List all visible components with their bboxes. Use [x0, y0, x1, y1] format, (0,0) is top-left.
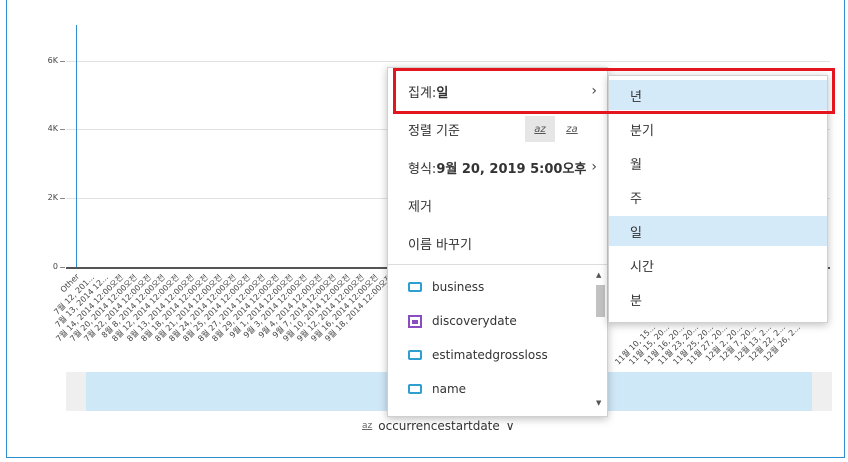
field-list-item[interactable]: business [388, 270, 596, 304]
field-list-item[interactable]: estimatedgrossloss [388, 338, 596, 372]
chevron-right-icon: › [591, 159, 597, 175]
sort-az-icon: az [362, 421, 373, 431]
gridline [66, 61, 830, 62]
text-field-icon [408, 350, 422, 360]
y-axis-line [76, 25, 77, 268]
scroll-up-arrow-icon[interactable]: ▲ [596, 271, 601, 279]
text-field-icon [408, 282, 422, 292]
y-tick-label: 0 [52, 262, 58, 271]
submenu-item-minute[interactable]: 분 [609, 284, 827, 314]
submenu-item-month[interactable]: 월 [609, 148, 827, 178]
field-name: name [432, 382, 467, 396]
menu-item-format[interactable]: 형식: 9월 20, 2019 5:00오후 › [388, 149, 607, 185]
y-tick-mark [60, 129, 65, 130]
field-name: estimatedgrossloss [432, 348, 548, 362]
format-value: 9월 20, 2019 5:00오후 [436, 161, 587, 177]
sort-ascending-button[interactable]: az [525, 116, 555, 142]
submenu-item-quarter[interactable]: 분기 [609, 114, 827, 144]
format-label: 형식: [408, 161, 437, 177]
rename-label: 이름 바꾸기 [408, 237, 472, 253]
y-tick-label: 2K [47, 193, 58, 202]
calendar-icon [408, 314, 422, 328]
field-list-scroll-thumb[interactable] [596, 285, 605, 317]
x-axis-field-button[interactable]: az occurrencestartdate ∨ [362, 419, 515, 433]
field-name: discoverydate [432, 314, 517, 328]
annotation-highlight-box [393, 68, 835, 114]
menu-item-remove[interactable]: 제거 [388, 187, 607, 223]
menu-divider [388, 264, 607, 265]
field-list-item[interactable]: discoverydate [388, 304, 596, 338]
text-field-icon [408, 384, 422, 394]
y-tick-mark [60, 198, 65, 199]
sort-by-label: 정렬 기준 [408, 123, 460, 139]
submenu-item-day[interactable]: 일 [609, 216, 827, 246]
submenu-item-week[interactable]: 주 [609, 182, 827, 212]
y-tick-mark [60, 267, 65, 268]
field-list-item[interactable]: name [388, 372, 596, 406]
field-list-scrollbar[interactable]: ▲ ▼ [594, 271, 605, 411]
field-name: business [432, 280, 485, 294]
field-context-menu: 집계: 일 › 정렬 기준 az za 형식: 9월 20, 2019 5:00… [387, 67, 608, 417]
submenu-item-hour[interactable]: 시간 [609, 250, 827, 280]
sort-descending-button[interactable]: za [557, 116, 587, 142]
y-tick-mark [60, 61, 65, 62]
menu-item-rename[interactable]: 이름 바꾸기 [388, 225, 607, 261]
x-axis-field-name: occurrencestartdate [378, 419, 500, 433]
y-tick-label: 4K [47, 124, 58, 133]
chevron-down-icon: ∨ [505, 419, 515, 433]
scroll-down-arrow-icon[interactable]: ▼ [596, 399, 601, 407]
y-tick-label: 6K [47, 56, 58, 65]
remove-label: 제거 [408, 199, 432, 215]
